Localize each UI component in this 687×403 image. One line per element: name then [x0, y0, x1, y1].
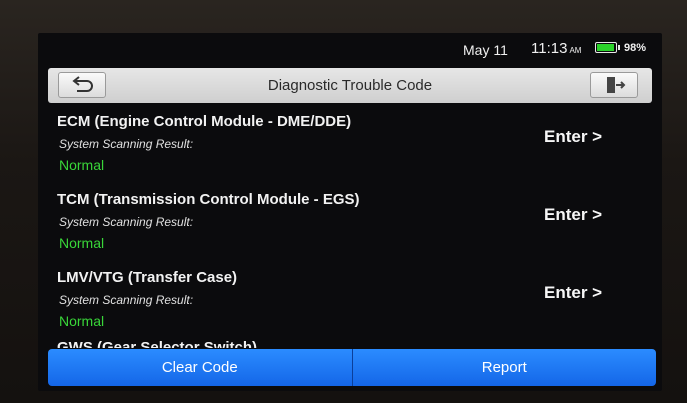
clear-code-button[interactable]: Clear Code [48, 349, 352, 386]
module-name: LMV/VTG (Transfer Case) [57, 269, 238, 286]
page-title: Diagnostic Trouble Code [267, 77, 433, 94]
device-screen: May 11 11:13 AM 98% Diagnostic Trouble Co… [38, 33, 662, 391]
module-name-partial[interactable]: GWS (Gear Selector Switch) [57, 339, 257, 348]
enter-button[interactable]: Enter > [544, 205, 602, 225]
status-time: 11:13 AM [531, 40, 582, 57]
title-bar: Diagnostic Trouble Code [48, 68, 652, 103]
report-button[interactable]: Report [351, 349, 656, 386]
module-subtitle: System Scanning Result: [59, 215, 194, 229]
exit-button[interactable] [590, 72, 638, 98]
module-item[interactable]: TCM (Transmission Control Module - EGS) … [38, 181, 662, 259]
module-item[interactable]: LMV/VTG (Transfer Case) System Scanning … [38, 259, 662, 337]
module-status: Normal [59, 313, 105, 329]
module-subtitle: System Scanning Result: [59, 137, 194, 151]
bottom-action-bar: Clear Code Report [48, 349, 656, 386]
status-ampm: AM [569, 46, 582, 55]
module-name: TCM (Transmission Control Module - EGS) [57, 191, 360, 208]
module-name: ECM (Engine Control Module - DME/DDE) [57, 113, 352, 130]
module-subtitle: System Scanning Result: [59, 293, 194, 307]
exit-door-icon [607, 77, 626, 93]
enter-button[interactable]: Enter > [544, 127, 602, 147]
module-item[interactable]: ECM (Engine Control Module - DME/DDE) Sy… [38, 103, 662, 181]
status-date: May 11 [463, 42, 508, 58]
module-status: Normal [59, 157, 105, 173]
battery-icon [595, 42, 620, 53]
module-list: ECM (Engine Control Module - DME/DDE) Sy… [38, 103, 662, 348]
enter-button[interactable]: Enter > [544, 283, 602, 303]
battery-percent: 98% [624, 42, 647, 54]
battery-fill [597, 44, 614, 51]
status-bar: May 11 11:13 AM 98% [38, 33, 662, 63]
module-status: Normal [59, 235, 105, 251]
